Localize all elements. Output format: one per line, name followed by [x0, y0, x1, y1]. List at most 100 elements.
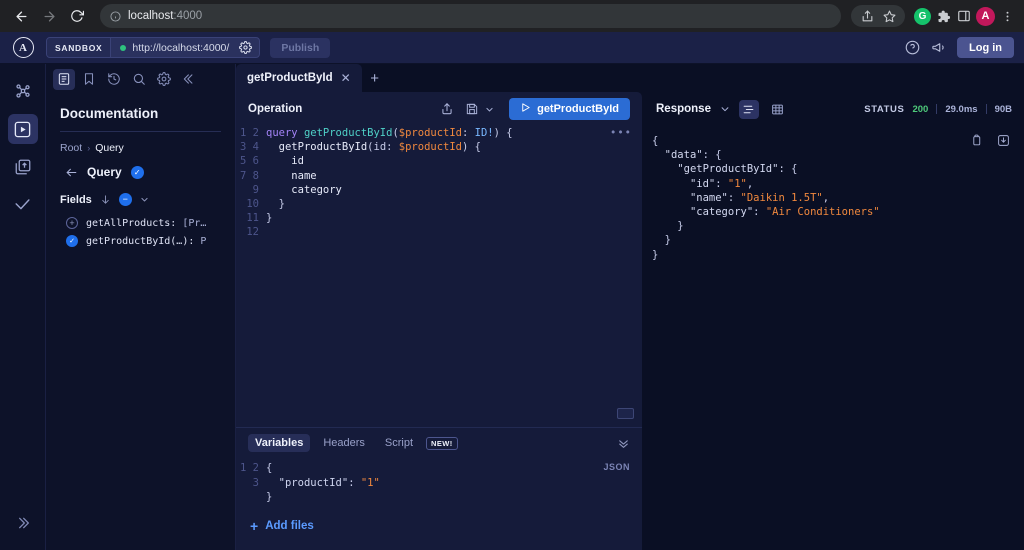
browser-actions: G A: [851, 5, 1016, 27]
list-item[interactable]: + getAllProducts: [Pr…: [60, 214, 221, 232]
fields-header: Fields −: [60, 193, 221, 206]
clipboard-copy-icon[interactable]: [970, 134, 983, 151]
gear-icon[interactable]: [239, 41, 253, 54]
minus-icon[interactable]: −: [118, 193, 132, 206]
apollo-header: A SANDBOX http://localhost:4000/ Publish…: [0, 32, 1024, 64]
documentation-tabstrip: [46, 64, 235, 94]
back-icon[interactable]: [8, 3, 34, 29]
main-area: getProductById ✕ + Operation getProductB…: [236, 64, 1024, 550]
browser-toolbar: localhost:4000 G A: [0, 0, 1024, 32]
keyboard-icon[interactable]: [617, 408, 634, 420]
forward-icon[interactable]: [36, 3, 62, 29]
list-item[interactable]: ✓ getProductById(…): P: [60, 232, 221, 250]
response-body[interactable]: { "data": { "getProductById": { "id": "1…: [642, 126, 1024, 550]
plus-icon[interactable]: +: [66, 217, 78, 229]
check-icon[interactable]: ✓: [66, 235, 78, 247]
settings-gear-icon[interactable]: [153, 69, 175, 90]
side-panel-icon[interactable]: [955, 7, 973, 25]
divider: [60, 131, 221, 132]
variables-editor[interactable]: JSON 1 2 3 { "productId": "1" }: [236, 458, 642, 504]
apollo-logo-mark: A: [12, 37, 34, 58]
megaphone-icon[interactable]: [931, 40, 946, 55]
add-tab-button[interactable]: +: [362, 64, 388, 92]
operation-header: Operation getProductById: [236, 92, 642, 126]
tab-headers[interactable]: Headers: [316, 434, 372, 452]
save-floppy-icon[interactable]: [465, 102, 479, 116]
publish-button[interactable]: Publish: [270, 37, 331, 58]
code-text[interactable]: ••• query getProductById($productId: ID!)…: [266, 126, 642, 240]
star-icon[interactable]: [880, 7, 898, 25]
tab-script[interactable]: Script: [378, 434, 420, 452]
explorer-icon[interactable]: [7, 114, 38, 144]
operation-toolbar: getProductById: [440, 98, 630, 120]
collapse-left-icon[interactable]: [178, 69, 200, 90]
endpoint-control[interactable]: SANDBOX http://localhost:4000/: [46, 37, 261, 58]
collections-icon[interactable]: [8, 152, 38, 182]
response-actions: [970, 134, 1010, 151]
run-button-label: getProductById: [537, 103, 619, 115]
play-icon: [520, 102, 531, 116]
puzzle-icon[interactable]: [934, 7, 952, 25]
check-icon[interactable]: ✓: [130, 165, 144, 179]
response-size: 90B: [994, 103, 1012, 115]
breadcrumb-root[interactable]: Root: [60, 142, 82, 154]
operation-title: Operation: [248, 103, 303, 115]
reload-icon[interactable]: [64, 3, 90, 29]
bookmark-icon[interactable]: [78, 69, 100, 90]
operation-editor[interactable]: 1 2 3 4 5 6 7 8 9 10 11 12 ••• query getP…: [236, 126, 642, 427]
variables-section: Variables Headers Script NEW! JSON 1 2 3: [236, 427, 642, 550]
variables-code-text[interactable]: { "productId": "1" }: [266, 461, 642, 504]
icon-rail: [0, 64, 46, 550]
tab-variables[interactable]: Variables: [248, 434, 311, 453]
fields-label: Fields: [60, 193, 92, 206]
variables-code: 1 2 3 { "productId": "1" }: [236, 461, 642, 504]
divider: [936, 104, 938, 114]
close-icon[interactable]: ✕: [341, 71, 351, 85]
share-icon[interactable]: [858, 7, 876, 25]
status-badge: NEW!: [426, 436, 458, 450]
add-files-button[interactable]: + Add files: [236, 504, 642, 550]
editor-panes: Operation getProductById 1 2 3 4 5 6 7 8…: [236, 92, 1024, 550]
breadcrumb-current: Query: [95, 142, 124, 154]
share-upload-icon[interactable]: [440, 102, 454, 116]
sandbox-badge: SANDBOX: [47, 38, 112, 57]
grammarly-extension-icon[interactable]: G: [914, 7, 931, 25]
field-label: getProductById(…): P: [86, 235, 207, 247]
history-icon[interactable]: [103, 69, 125, 90]
address-bar[interactable]: localhost:4000: [100, 4, 841, 28]
endpoint-url-field[interactable]: http://localhost:4000/: [111, 41, 259, 54]
help-circle-icon[interactable]: [905, 40, 920, 55]
response-header: Response STATUS 200 29.0ms 90B: [642, 92, 1024, 126]
apollo-logo[interactable]: A: [0, 37, 46, 58]
query-type-row[interactable]: Query ✓: [65, 165, 221, 179]
chevron-double-down-icon[interactable]: [617, 437, 630, 450]
code-overflow-icon[interactable]: •••: [610, 126, 632, 140]
response-title: Response: [656, 103, 711, 115]
tab-getproductbyid[interactable]: getProductById ✕: [236, 64, 362, 92]
address-bar-text: localhost:4000: [128, 10, 203, 22]
chevron-down-icon[interactable]: [140, 195, 149, 204]
table-view-icon[interactable]: [768, 100, 788, 119]
connection-status-dot: [120, 44, 127, 51]
json-view-icon[interactable]: [738, 99, 759, 119]
schema-graph-icon[interactable]: [8, 76, 38, 106]
search-icon[interactable]: [128, 69, 150, 90]
profile-avatar[interactable]: A: [976, 6, 995, 26]
kebab-menu-icon[interactable]: [998, 7, 1016, 25]
divider: [985, 104, 987, 114]
operation-code: 1 2 3 4 5 6 7 8 9 10 11 12 ••• query getP…: [236, 126, 642, 240]
documentation-icon[interactable]: [53, 68, 75, 90]
arrow-down-icon[interactable]: [100, 194, 111, 205]
checks-icon[interactable]: [8, 190, 38, 220]
plus-icon: +: [250, 518, 259, 534]
arrow-left-icon[interactable]: [65, 166, 78, 179]
chevron-down-icon[interactable]: [485, 105, 494, 114]
chevron-down-icon[interactable]: [720, 104, 730, 114]
run-operation-button[interactable]: getProductById: [509, 98, 630, 120]
add-files-label: Add files: [265, 520, 314, 532]
chevron-double-right-icon[interactable]: [15, 515, 31, 536]
login-button[interactable]: Log in: [957, 37, 1014, 58]
response-duration: 29.0ms: [945, 103, 978, 115]
download-icon[interactable]: [997, 134, 1010, 151]
app-root: localhost:4000 G A A SANDBOX http://loca…: [0, 0, 1024, 550]
